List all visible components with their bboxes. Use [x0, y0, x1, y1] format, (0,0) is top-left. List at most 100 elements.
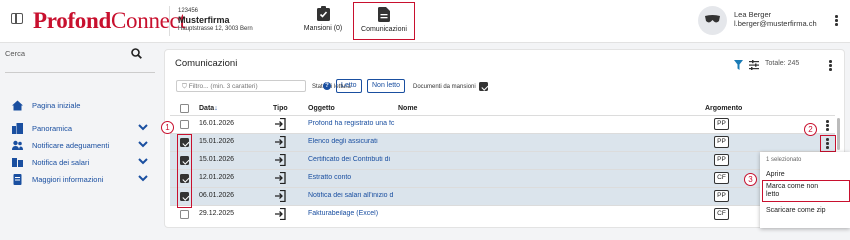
inbox-in-icon	[275, 154, 286, 166]
logo-light-text: Connect	[111, 8, 186, 33]
table-row[interactable]: 15.01.2026 Elenco degli assicurati PP	[170, 134, 835, 151]
sidebar-toggle-icon[interactable]	[11, 13, 23, 24]
logo-bold-text: Profond	[33, 8, 111, 33]
annotation-marker-3: 3	[744, 173, 757, 186]
home-icon	[12, 100, 23, 110]
row-date: 29.12.2025	[199, 210, 235, 217]
row-subject-link[interactable]: Fakturabeilage (Excel)	[308, 210, 400, 217]
more-menu-icon[interactable]	[835, 15, 839, 27]
annotation-menu-highlight	[762, 180, 850, 202]
sidebar-item-label: Maggiori informazioni	[32, 174, 104, 184]
user-email: l.berger@musterfirma.ch	[734, 19, 817, 28]
row-date: 06.01.2026	[199, 192, 235, 199]
panel-more-icon[interactable]	[829, 60, 833, 72]
row-subject-link[interactable]: Notifica dei salari all'inizio d	[308, 192, 400, 199]
column-settings-icon[interactable]	[749, 60, 759, 70]
chevron-down-icon[interactable]	[138, 157, 148, 165]
search-input[interactable]: Cerca	[5, 49, 25, 58]
row-date: 15.01.2026	[199, 138, 235, 145]
header-oggetto[interactable]: Oggetto	[308, 105, 335, 112]
clipboard-check-icon	[316, 6, 330, 21]
row-topic-badge: PP	[714, 118, 729, 130]
sidebar-item-label: Notifica dei salari	[32, 157, 90, 167]
header-argomento[interactable]: Argomento	[705, 105, 742, 112]
users-icon	[12, 140, 23, 150]
building-icon	[12, 122, 23, 134]
filter-icon[interactable]	[734, 60, 743, 70]
annotation-kebab-highlight	[820, 135, 836, 152]
header-tipo[interactable]: Tipo	[273, 105, 288, 112]
header-data-label: Data	[199, 105, 215, 112]
page-title: Comunicazioni	[175, 58, 238, 69]
row-subject-link[interactable]: Certificato dei Contributi di	[308, 156, 400, 163]
annotation-checkbox-highlight	[177, 134, 192, 208]
sidebar-item-panoramica[interactable]: Panoramica	[12, 122, 72, 134]
filter-placeholder: Filtro... (min. 3 caratteri)	[188, 82, 258, 90]
table-row[interactable]: 12.01.2026 Estratto conto CF	[170, 170, 835, 187]
row-subject-link[interactable]: Estratto conto	[308, 174, 400, 181]
company-name: Musterfirma	[178, 15, 230, 25]
row-topic-badge: CF	[714, 172, 729, 184]
help-icon[interactable]: ?	[323, 82, 331, 90]
inbox-in-icon	[275, 208, 286, 220]
document-text-icon	[378, 7, 390, 22]
sort-arrow-icon: ↓	[214, 105, 218, 112]
sidebar-item-label: Panoramica	[32, 123, 73, 133]
docs-from-tasks-label: Documenti da mansioni	[413, 84, 476, 90]
menu-item-download-zip[interactable]: Scaricare come zip	[766, 207, 826, 215]
divider	[169, 6, 170, 36]
row-more-icon[interactable]	[826, 120, 830, 132]
company-address: Hauptstrasse 12, 3003 Bern	[178, 26, 253, 32]
total-count: Totale: 245	[765, 60, 800, 67]
avatar[interactable]	[698, 6, 727, 35]
row-checkbox[interactable]	[180, 210, 189, 219]
sidebar-item-adeguamenti[interactable]: Notificare adeguamenti	[12, 139, 109, 151]
table-row[interactable]: 15.01.2026 Certificato dei Contributi di…	[170, 152, 835, 169]
sidebar-item-info[interactable]: Maggiori informazioni	[12, 173, 103, 185]
table-row[interactable]: 29.12.2025 Fakturabeilage (Excel) CF	[170, 206, 835, 223]
header-nome[interactable]: Nome	[398, 105, 417, 112]
inbox-in-icon	[275, 118, 286, 130]
company-id: 123456	[178, 8, 199, 14]
filter-input[interactable]: ⛉ Filtro... (min. 3 caratteri)	[176, 80, 306, 92]
inbox-in-icon	[275, 190, 286, 202]
row-checkbox[interactable]	[180, 120, 189, 129]
sidebar-item-salari[interactable]: Notifica dei salari	[12, 156, 89, 168]
user-mask-icon	[705, 15, 720, 23]
row-topic-badge: PP	[714, 154, 729, 166]
nav-mansioni[interactable]: Mansioni (0)	[300, 2, 346, 40]
docs-from-tasks-checkbox[interactable]	[479, 82, 488, 91]
user-info[interactable]: Lea Berger l.berger@musterfirma.ch	[734, 10, 817, 28]
chevron-down-icon[interactable]	[138, 174, 148, 182]
inbox-in-icon	[275, 136, 286, 148]
sidebar-item-home[interactable]: Pagina iniziale	[12, 99, 80, 111]
row-date: 15.01.2026	[199, 156, 235, 163]
filter-funnel-icon: ⛉	[182, 82, 189, 90]
nav-mansioni-label: Mansioni (0)	[303, 25, 343, 32]
search-underline	[5, 72, 155, 73]
context-menu-header: 1 selezionato	[766, 157, 802, 163]
search-icon[interactable]	[131, 48, 142, 59]
row-topic-badge: PP	[714, 136, 729, 148]
nav-comunicazioni[interactable]: Comunicazioni	[353, 2, 415, 40]
header-data[interactable]: Data↓	[199, 105, 218, 112]
scrollbar[interactable]	[837, 118, 840, 150]
sidebar-item-label: Notificare adeguamenti	[32, 140, 110, 150]
select-all-checkbox[interactable]	[180, 104, 189, 113]
table-row[interactable]: 06.01.2026 Notifica dei salari all'inizi…	[170, 188, 835, 205]
app-logo[interactable]: ProfondConnect	[33, 9, 186, 33]
annotation-marker-2: 2	[804, 123, 817, 136]
filter-non-letto[interactable]: Non letto	[367, 79, 406, 93]
chevron-down-icon[interactable]	[138, 123, 148, 131]
menu-item-open[interactable]: Aprire	[766, 171, 785, 179]
row-subject-link[interactable]: Elenco degli assicurati	[308, 138, 400, 145]
salary-icon	[12, 157, 23, 167]
document-icon	[13, 173, 22, 185]
company-info: 123456 Musterfirma Hauptstrasse 12, 3003…	[178, 8, 253, 33]
row-topic-badge: CF	[714, 208, 729, 220]
filter-letto[interactable]: Letto	[336, 79, 362, 93]
chevron-down-icon[interactable]	[138, 140, 148, 148]
table-row[interactable]: 16.01.2026 Profond ha registrato una fc …	[170, 116, 835, 133]
row-subject-link[interactable]: Profond ha registrato una fc	[308, 120, 400, 127]
row-date: 16.01.2026	[199, 120, 235, 127]
